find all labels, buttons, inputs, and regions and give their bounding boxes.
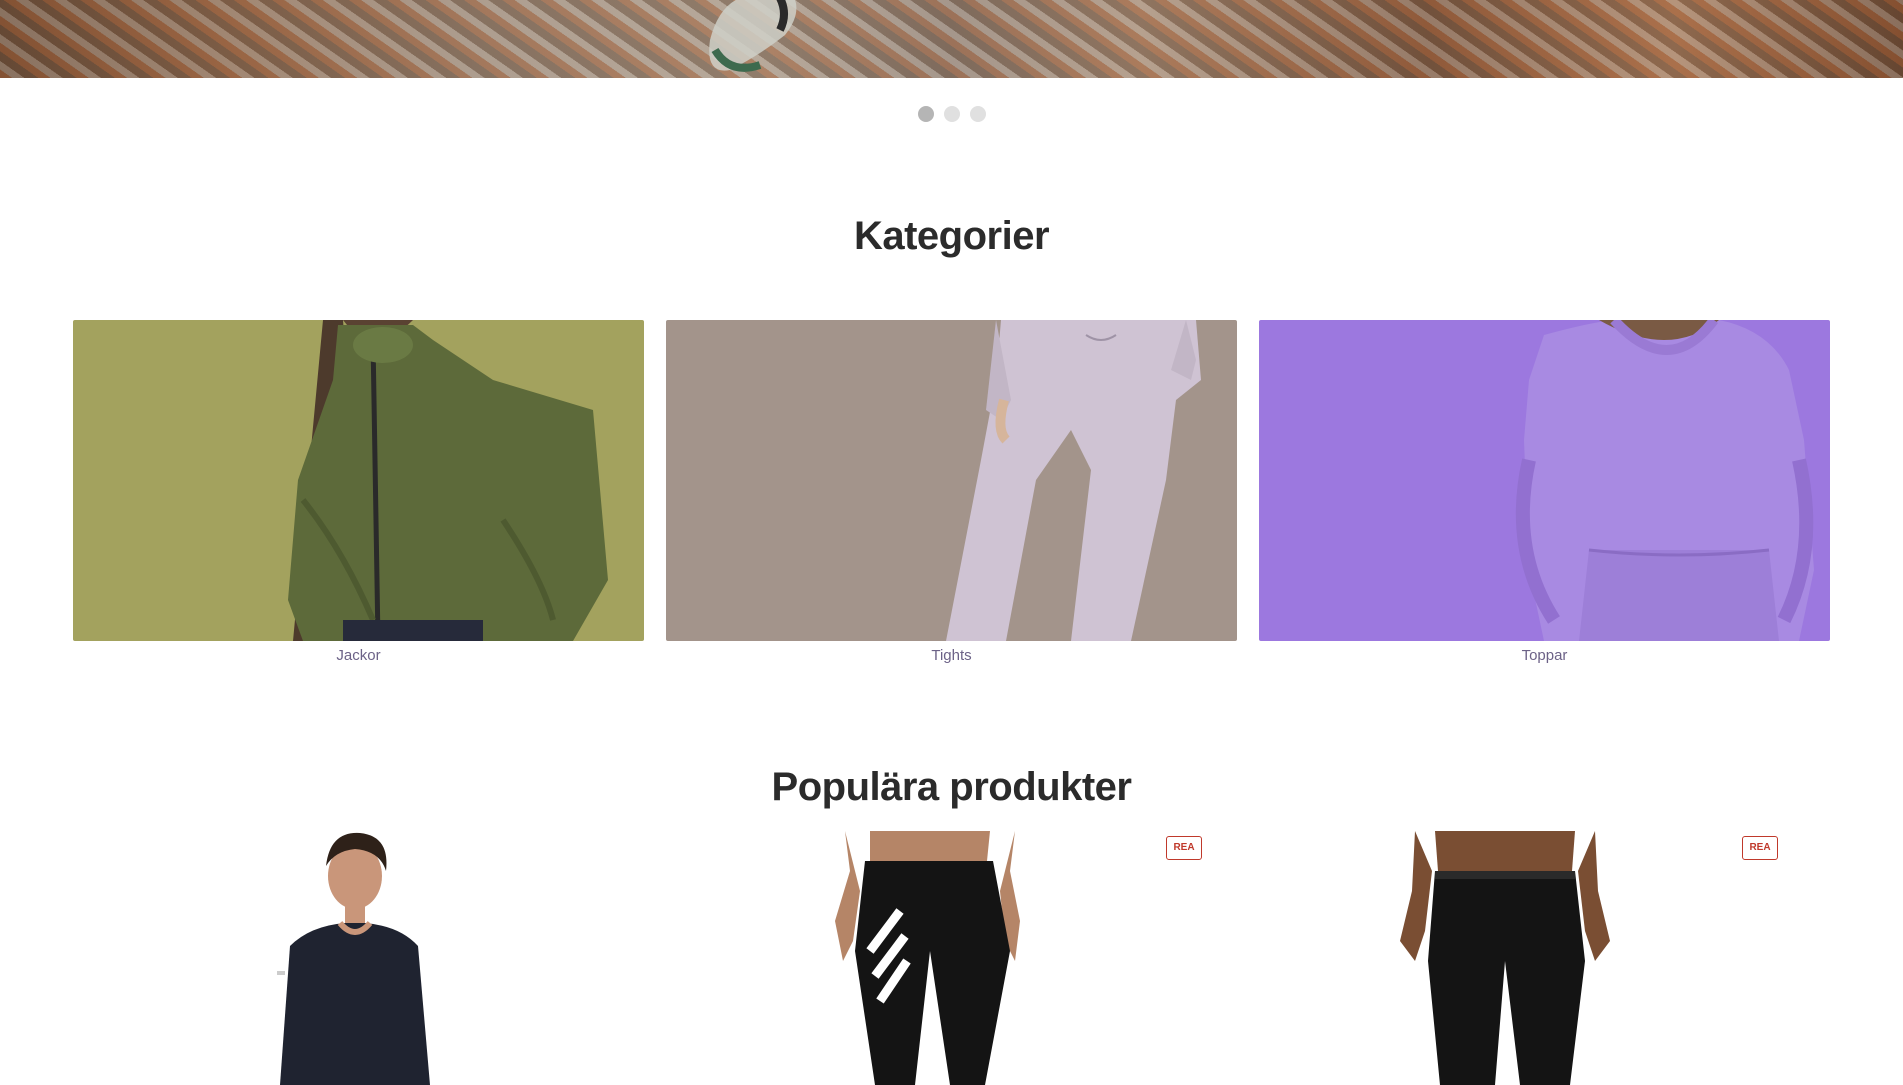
product-image-1 [277, 832, 430, 1085]
category-card-tights[interactable]: Tights [666, 320, 1237, 664]
carousel-dot-2[interactable] [943, 106, 960, 122]
category-label-jackor[interactable]: Jackor [73, 647, 644, 664]
carousel-dot-1[interactable] [917, 106, 934, 122]
carousel-dots [0, 106, 1903, 122]
hero-banner[interactable] [0, 0, 1903, 78]
carousel-dot-3[interactable] [969, 106, 986, 122]
runner-shoe-image [709, 0, 797, 72]
product-card-1[interactable] [150, 831, 650, 1085]
product-image-2 [835, 831, 1020, 1085]
product-image-3 [1400, 831, 1610, 1085]
category-card-jackor[interactable]: Jackor [73, 320, 644, 664]
category-image-tights [666, 320, 1237, 641]
category-image-jackor [73, 320, 644, 641]
category-label-toppar[interactable]: Toppar [1259, 647, 1830, 664]
category-label-tights[interactable]: Tights [666, 647, 1237, 664]
popular-products-heading: Populära produkter [771, 765, 1132, 809]
sale-badge-product-3: REA [1742, 836, 1778, 860]
category-image-toppar [1259, 320, 1830, 641]
category-card-toppar[interactable]: Toppar [1259, 320, 1830, 664]
categories-heading: Kategorier [853, 214, 1050, 258]
sale-badge-product-2: REA [1166, 836, 1202, 860]
product-card-2[interactable] [725, 831, 1225, 1085]
product-card-3[interactable] [1300, 831, 1800, 1085]
